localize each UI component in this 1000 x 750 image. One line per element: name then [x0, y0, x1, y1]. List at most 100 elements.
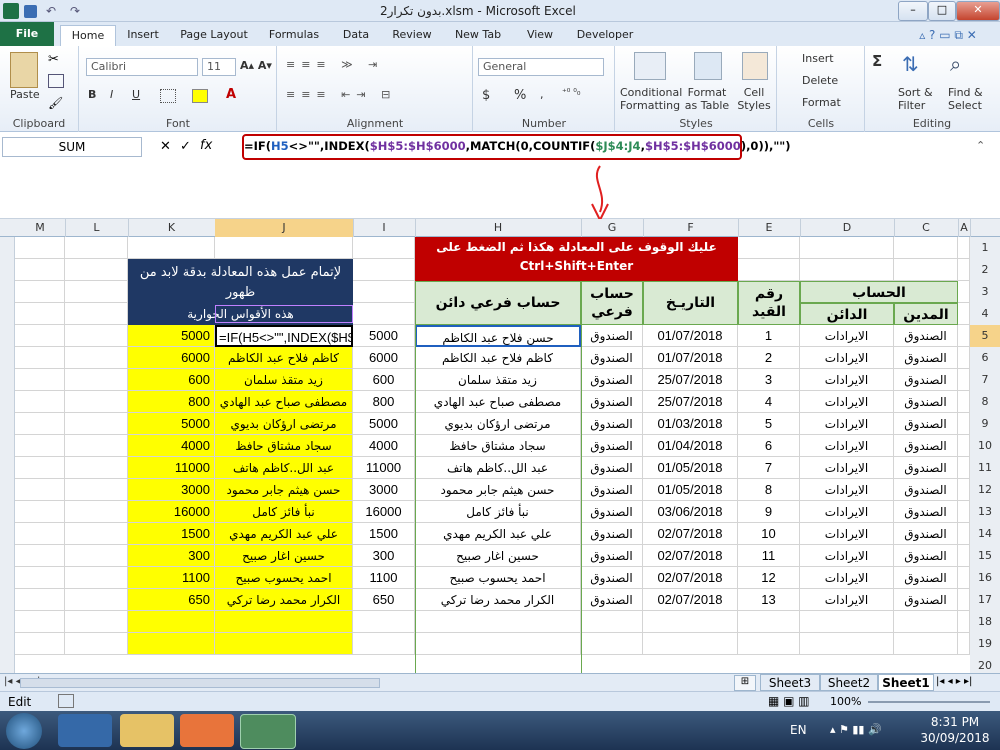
cell-a2[interactable] — [958, 259, 970, 281]
file-explorer-icon[interactable] — [120, 714, 174, 747]
column-header-k[interactable]: K — [128, 219, 216, 237]
conditional-formatting-button-2[interactable]: Formatting — [620, 99, 680, 112]
cell-sub-credit-name[interactable]: الكرار محمد رضا تركي — [415, 589, 581, 611]
font-name-box[interactable]: Calibri — [86, 58, 198, 76]
cell-m8[interactable] — [15, 391, 65, 413]
cell-credit-account[interactable]: الايرادات — [800, 567, 894, 589]
cell-entry-number[interactable]: 12 — [738, 567, 800, 589]
cell-unique-amount[interactable]: 300 — [128, 545, 215, 567]
cell-m19[interactable] — [15, 633, 65, 655]
cell-unique-amount[interactable]: 4000 — [128, 435, 215, 457]
percent-button[interactable]: % — [514, 88, 526, 103]
minimize-button[interactable]: – — [898, 1, 928, 21]
insert-sheet-icon[interactable]: ⊞ — [734, 675, 756, 691]
cell-credit-account[interactable]: الايرادات — [800, 369, 894, 391]
cell-sub-credit-name[interactable]: حسين اغار صبيح — [415, 545, 581, 567]
cell-sub-credit-name[interactable]: مصطفى صباح عبد الهادي — [415, 391, 581, 413]
cell-amount[interactable]: 1100 — [353, 567, 415, 589]
format-painter-icon[interactable]: 🖌 — [48, 96, 63, 110]
cell-m9[interactable] — [15, 413, 65, 435]
cell-amount[interactable]: 4000 — [353, 435, 415, 457]
cell-j1[interactable] — [215, 237, 353, 259]
cell-styles-button[interactable]: Cell — [734, 86, 774, 99]
cell-credit-account[interactable]: الايرادات — [800, 589, 894, 611]
cell-unique-name[interactable]: مرتضى ارؤكان بديوي — [215, 413, 353, 435]
cell-unique-name[interactable]: مصطفى صباح عبد الهادي — [215, 391, 353, 413]
cell-m10[interactable] — [15, 435, 65, 457]
cell-l19[interactable] — [65, 633, 128, 655]
cell-l16[interactable] — [65, 567, 128, 589]
cell-debit-account[interactable]: الصندوق — [894, 523, 958, 545]
row-header-6[interactable]: 6 — [970, 347, 1000, 370]
cell-a19[interactable] — [958, 633, 970, 655]
paste-label[interactable]: Paste — [10, 88, 40, 101]
cell-amount[interactable]: 11000 — [353, 457, 415, 479]
row-header-15[interactable]: 15 — [970, 545, 1000, 568]
format-as-table-button-2[interactable]: as Table — [684, 99, 730, 112]
row-header-19[interactable]: 19 — [970, 633, 1000, 656]
cell-date[interactable]: 01/07/2018 — [643, 325, 738, 347]
cell-unique-amount[interactable]: 600 — [128, 369, 215, 391]
cell-unique-amount[interactable]: 3000 — [128, 479, 215, 501]
cell-debit-account[interactable]: الصندوق — [894, 347, 958, 369]
internet-explorer-icon[interactable] — [58, 714, 112, 747]
cell-m2[interactable] — [15, 259, 65, 281]
cell-credit-account[interactable]: الايرادات — [800, 479, 894, 501]
cell-date[interactable]: 01/07/2018 — [643, 347, 738, 369]
cell-credit-account[interactable]: الايرادات — [800, 413, 894, 435]
cancel-icon[interactable]: ✕ — [160, 139, 171, 154]
cell-unique-name[interactable]: سجاد مشتاق حافظ — [215, 435, 353, 457]
cell-date[interactable]: 02/07/2018 — [643, 545, 738, 567]
maximize-button[interactable]: □ — [928, 1, 956, 21]
column-header-m[interactable]: M — [15, 219, 66, 237]
sheet-tab-sheet3[interactable]: Sheet3 — [760, 674, 820, 691]
cell-m17[interactable] — [15, 589, 65, 611]
tab-new-tab[interactable]: New Tab — [448, 25, 508, 46]
cell-date[interactable]: 02/07/2018 — [643, 523, 738, 545]
cell-unique-name[interactable]: زيد متقذ سلمان — [215, 369, 353, 391]
cell-credit-account[interactable]: الايرادات — [800, 325, 894, 347]
cell-date[interactable]: 03/06/2018 — [643, 501, 738, 523]
cell-amount[interactable]: 1500 — [353, 523, 415, 545]
delete-cells-button[interactable]: Delete — [802, 74, 838, 87]
cell-unique-name[interactable]: حسين اغار صبيح — [215, 545, 353, 567]
cell-f19[interactable] — [643, 633, 738, 655]
cell-sub-credit-name[interactable]: زيد متقذ سلمان — [415, 369, 581, 391]
row-header-8[interactable]: 8 — [970, 391, 1000, 414]
cell-g19[interactable] — [581, 633, 643, 655]
cell-date[interactable]: 25/07/2018 — [643, 391, 738, 413]
cell-entry-number[interactable]: 5 — [738, 413, 800, 435]
cell-credit-account[interactable]: الايرادات — [800, 391, 894, 413]
cell-d2[interactable] — [800, 259, 894, 281]
cell-debit-account[interactable]: الصندوق — [894, 479, 958, 501]
cell-debit-account[interactable]: الصندوق — [894, 501, 958, 523]
macro-record-icon[interactable] — [58, 694, 74, 708]
row-header-9[interactable]: 9 — [970, 413, 1000, 436]
cell-i3[interactable] — [353, 281, 415, 303]
cell-empty-yellow[interactable] — [215, 611, 353, 633]
cell-e19[interactable] — [738, 633, 800, 655]
cell-unique-name[interactable]: احمد يحسوب صبيح — [215, 567, 353, 589]
cell-a18[interactable] — [958, 611, 970, 633]
cell-i4[interactable] — [353, 303, 415, 325]
cell-sub-account[interactable]: الصندوق — [581, 435, 643, 457]
find-select-button[interactable]: Find & — [948, 86, 983, 99]
header-account[interactable]: الحساب — [800, 281, 958, 303]
align-top-icons[interactable]: ≡≡≡ ≫ ⇥ — [286, 58, 383, 71]
horizontal-scrollbar[interactable] — [20, 678, 380, 688]
name-box[interactable]: SUM — [2, 137, 142, 157]
cell-entry-number[interactable]: 10 — [738, 523, 800, 545]
cell-a7[interactable] — [958, 369, 970, 391]
cell-unique-amount[interactable]: 6000 — [128, 347, 215, 369]
cell-sub-credit-name[interactable]: احمد يحسوب صبيح — [415, 567, 581, 589]
cell-i2[interactable] — [353, 259, 415, 281]
row-header-14[interactable]: 14 — [970, 523, 1000, 546]
cell-sub-credit-name[interactable]: مرتضى ارؤكان بديوي — [415, 413, 581, 435]
start-button[interactable] — [6, 713, 42, 749]
cell-a4[interactable] — [958, 303, 970, 325]
row-header-10[interactable]: 10 — [970, 435, 1000, 458]
cell-sub-account[interactable]: الصندوق — [581, 391, 643, 413]
cell-debit-account[interactable]: الصندوق — [894, 435, 958, 457]
sheet-tab-sheet1[interactable]: Sheet1 — [878, 674, 934, 691]
cell-credit-account[interactable]: الايرادات — [800, 435, 894, 457]
